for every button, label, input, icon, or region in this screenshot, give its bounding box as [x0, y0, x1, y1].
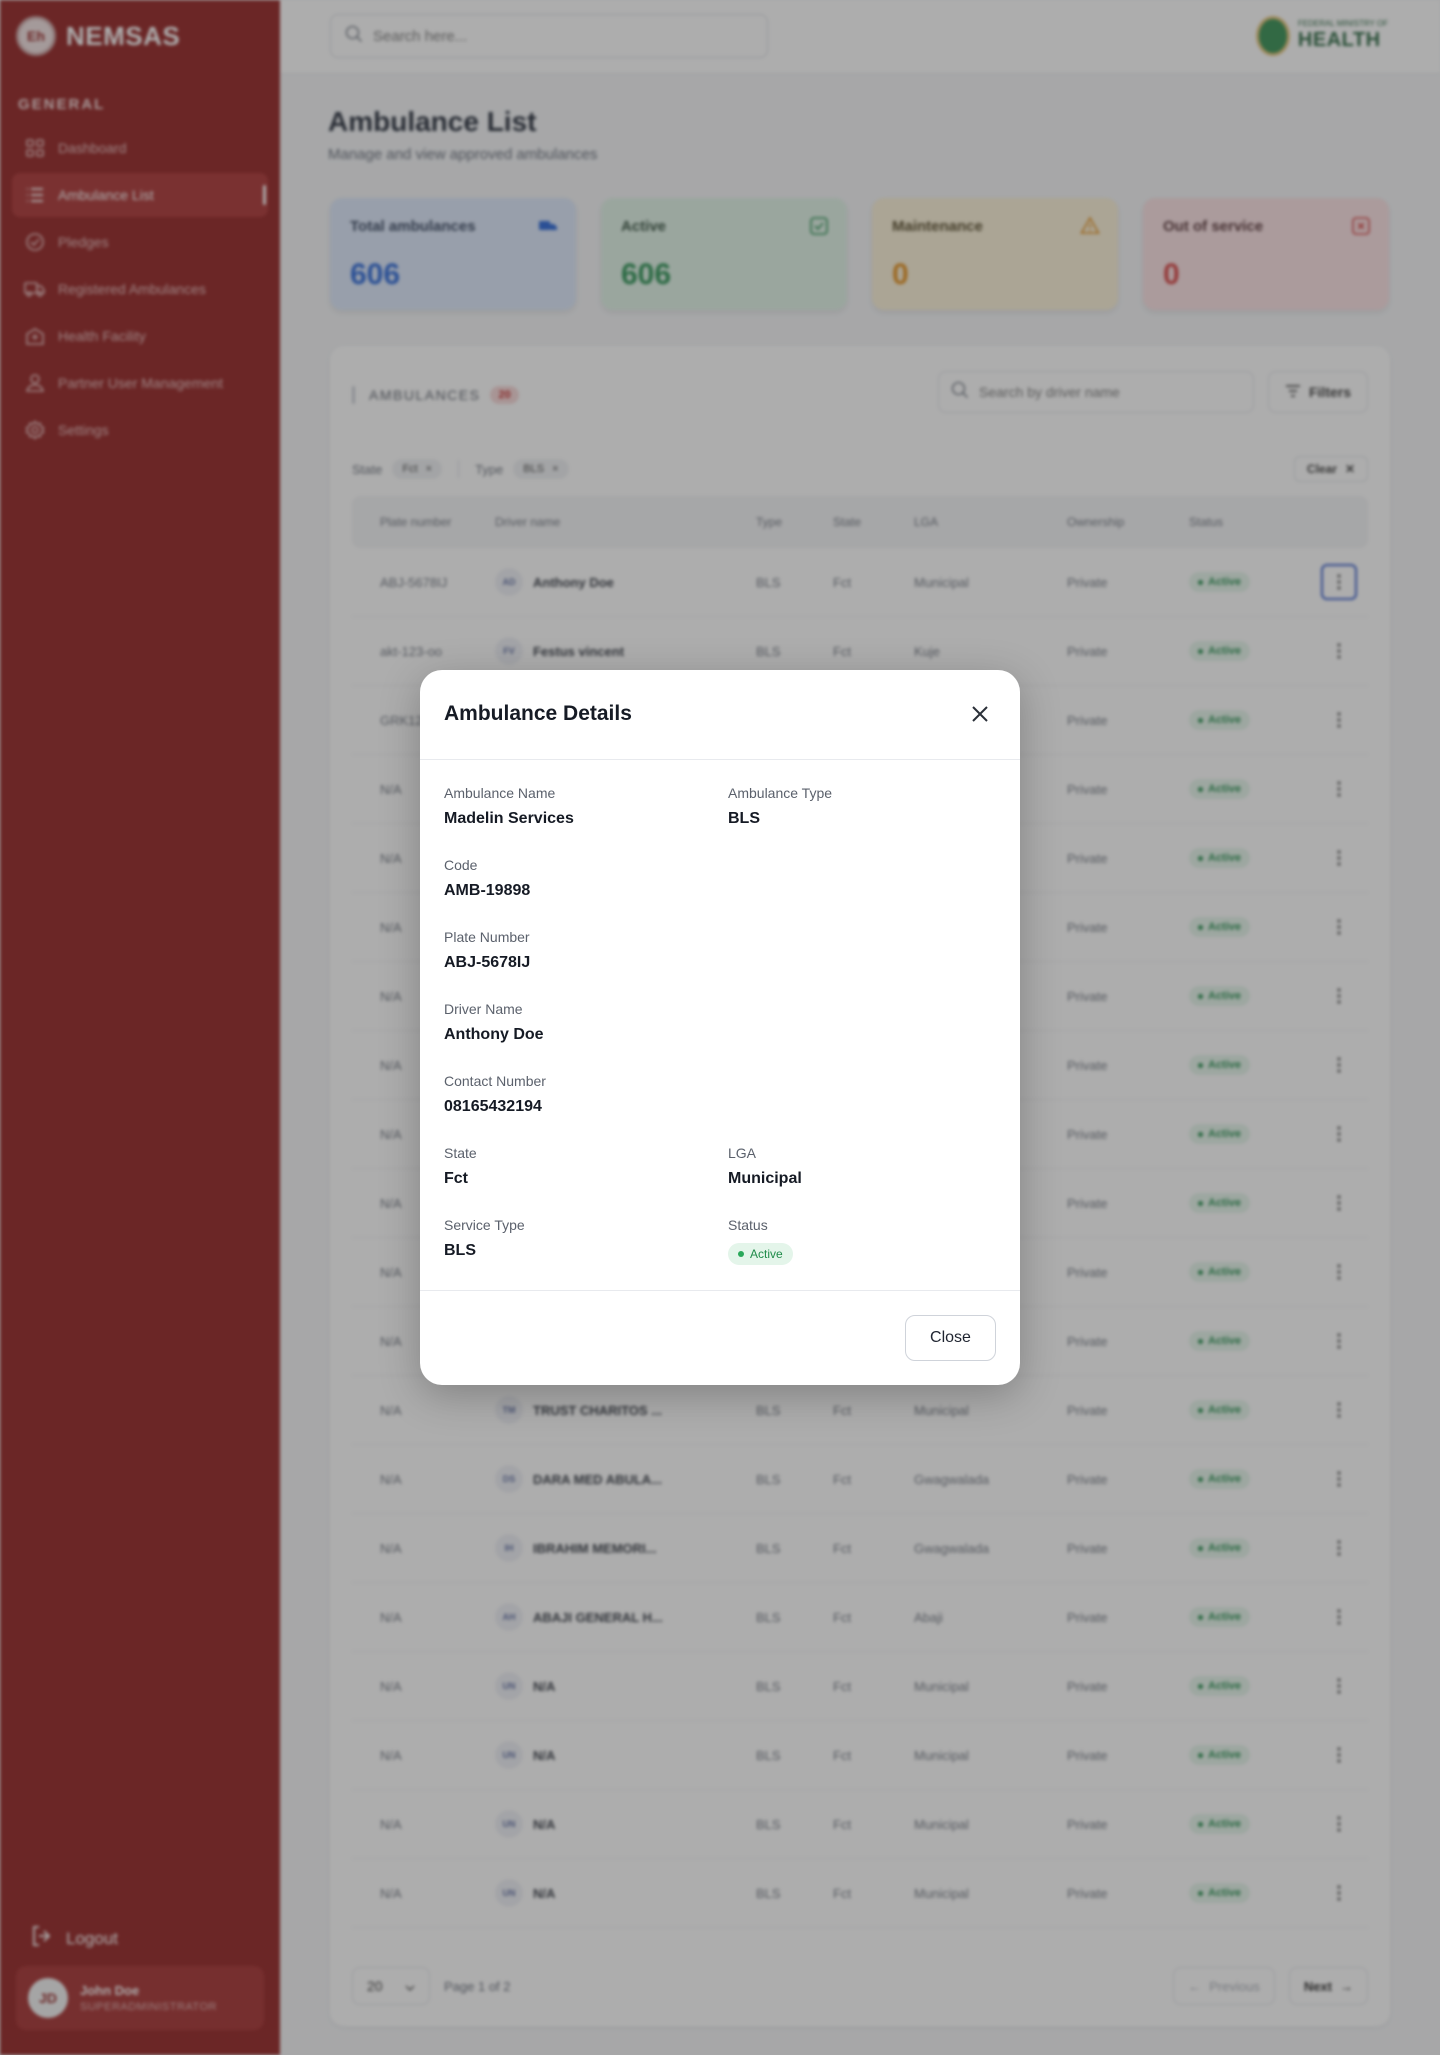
field-ambulance-type: Ambulance Type BLS: [728, 785, 832, 828]
field-label: State: [444, 1145, 477, 1161]
field-label: Ambulance Type: [728, 785, 833, 801]
field-value: Fct: [444, 1170, 468, 1187]
close-icon[interactable]: [964, 698, 996, 730]
field-value: Madelin Services: [444, 810, 574, 827]
modal-footer: Close: [420, 1290, 1020, 1385]
field-label: Ambulance Name: [444, 785, 556, 801]
status-badge: Active: [728, 1243, 793, 1265]
field-value: Municipal: [728, 1170, 802, 1187]
modal-title: Ambulance Details: [444, 702, 632, 725]
field-lga: LGA Municipal: [728, 1145, 802, 1188]
field-value: BLS: [444, 1242, 476, 1259]
field-service-type: Service Type BLS: [444, 1217, 525, 1260]
field-plate-number: Plate Number ABJ-5678IJ: [444, 929, 530, 972]
ambulance-details-modal: Ambulance Details Ambulance Name Madelin…: [420, 670, 1020, 1385]
field-label: Code: [444, 857, 478, 873]
field-label: Contact Number: [444, 1073, 546, 1089]
field-value: 08165432194: [444, 1098, 542, 1115]
field-ambulance-name: Ambulance Name Madelin Services: [444, 785, 574, 828]
field-label: Driver Name: [444, 1001, 523, 1017]
field-driver-name: Driver Name Anthony Doe: [444, 1001, 544, 1044]
field-code: Code AMB-19898: [444, 857, 530, 900]
field-value: ABJ-5678IJ: [444, 954, 531, 971]
field-label: Service Type: [444, 1217, 525, 1233]
field-value: AMB-19898: [444, 882, 531, 899]
field-value: Anthony Doe: [444, 1026, 544, 1043]
close-button[interactable]: Close: [905, 1315, 996, 1361]
field-contact-number: Contact Number 08165432194: [444, 1073, 546, 1116]
field-label: Plate Number: [444, 929, 530, 945]
field-label: Status: [728, 1217, 768, 1233]
field-label: LGA: [728, 1145, 757, 1161]
field-value: BLS: [728, 810, 760, 827]
field-state: State Fct: [444, 1145, 477, 1188]
modal-header: Ambulance Details: [420, 670, 1020, 760]
field-status: Status Active: [728, 1217, 793, 1265]
